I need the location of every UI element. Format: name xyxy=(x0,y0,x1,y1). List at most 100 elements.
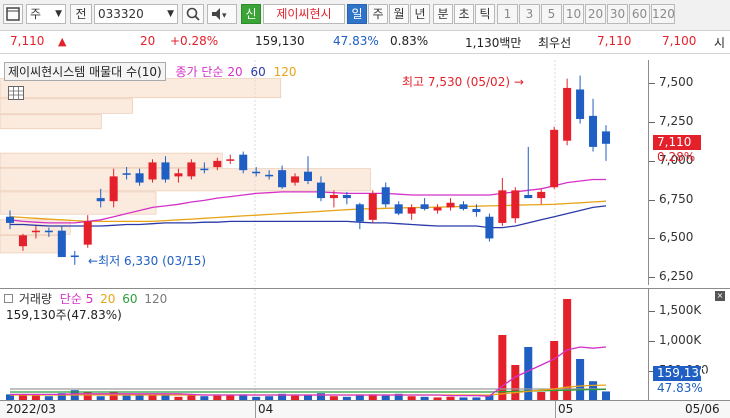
candle-body xyxy=(239,154,248,171)
current-price-tag: 7,110 xyxy=(653,135,701,150)
arrow-right-icon: → xyxy=(513,75,524,89)
candle-body xyxy=(355,204,364,222)
volume-bar xyxy=(589,381,598,401)
candle-body xyxy=(122,173,131,175)
volume-tick-mark xyxy=(649,311,655,312)
candle-body xyxy=(161,162,170,180)
volume-chart-pane[interactable]: 거래량 단순 5 20 60 120 159,130주(47.83%) xyxy=(0,288,649,401)
interval-tab-0[interactable]: 1 xyxy=(497,4,518,24)
period-tab-1[interactable]: 주 xyxy=(368,4,388,24)
interval-tab-3[interactable]: 10 xyxy=(563,4,584,24)
interval-tab-6[interactable]: 60 xyxy=(629,4,650,24)
interval-tab-7[interactable]: 120 xyxy=(651,4,675,24)
current-volume-tag: 159,130 xyxy=(653,366,707,381)
ma120-label: 120 xyxy=(273,65,297,79)
candle-body xyxy=(316,182,325,199)
volume-bar xyxy=(524,347,533,401)
high-annotation-text: 최고 7,530 (05/02) xyxy=(402,75,511,89)
best-quote-label: 최우선 xyxy=(538,36,572,50)
volume-axis: × 1,500K1,000K500,000 159,130 47.83% xyxy=(649,288,730,401)
price-tick-label: 6,750 xyxy=(659,191,694,206)
volume-name: 거래량 xyxy=(18,292,52,306)
square-icon[interactable] xyxy=(3,4,23,24)
period-tab-4[interactable]: 분 xyxy=(433,4,453,24)
checkbox-icon[interactable] xyxy=(4,294,13,303)
svg-text:▾: ▾ xyxy=(222,11,227,21)
stock-name-field[interactable]: 제이씨현시 xyxy=(263,4,345,24)
volume-profile-bar xyxy=(0,235,63,254)
quote-info-bar: 7,110 ▲ 20 +0.28% 159,130 47.83% 0.83% 1… xyxy=(0,31,730,54)
up-arrow-icon: ▲ xyxy=(58,35,67,48)
prev-button[interactable]: 전 xyxy=(70,4,92,24)
interval-tab-5[interactable]: 30 xyxy=(607,4,628,24)
candle-body xyxy=(576,89,585,119)
candle-body xyxy=(291,176,300,183)
date-label-05-06: 05/06 xyxy=(685,402,720,416)
price-tick-mark xyxy=(649,83,655,85)
date-axis: 2022/03 04 05 05/06 xyxy=(0,400,730,418)
period-tab-0[interactable]: 일 xyxy=(347,4,367,24)
candle-body xyxy=(329,195,338,199)
date-label-05: 05 xyxy=(558,402,574,416)
price-tick-label: 7,500 xyxy=(659,75,694,90)
volume-tick-mark xyxy=(649,341,655,342)
chevron-down-icon: ▼ xyxy=(55,9,62,19)
price-tick-mark xyxy=(649,122,655,124)
period-tab-2[interactable]: 월 xyxy=(389,4,409,24)
price-tick-mark xyxy=(649,277,655,279)
volume-value-line: 159,130주(47.83%) xyxy=(6,308,122,322)
grid-table-icon[interactable] xyxy=(8,86,24,100)
new-badge-label: 신 xyxy=(245,7,257,21)
ask-price: 7,110 xyxy=(597,34,632,48)
period-tab-6[interactable]: 틱 xyxy=(475,4,495,24)
candle-body xyxy=(498,190,507,223)
volume-bar xyxy=(511,365,520,401)
candle-body xyxy=(472,208,481,213)
ma-prefix: 종가 단순 xyxy=(175,65,224,79)
period-tab-5[interactable]: 초 xyxy=(454,4,474,24)
candle-body xyxy=(433,207,442,211)
volume-profile-bar xyxy=(0,78,282,99)
period-select[interactable]: 주 ▼ xyxy=(26,4,66,24)
volume-profile-bar xyxy=(0,191,157,215)
trade-volume: 159,130 xyxy=(255,34,305,48)
search-button[interactable] xyxy=(182,4,204,24)
price-tick-label: 6,250 xyxy=(659,269,694,284)
interval-tab-2[interactable]: 5 xyxy=(541,4,562,24)
interval-tab-1[interactable]: 3 xyxy=(519,4,540,24)
price-change-pct: +0.28% xyxy=(170,34,219,48)
price-legend: 제이씨현시스템 매물대 수(10) 종가 단순 20 60 120 xyxy=(4,62,296,81)
stock-code-input[interactable]: 033320 ▼ xyxy=(94,4,178,24)
current-price: 7,110 xyxy=(10,34,45,48)
candle-body xyxy=(109,176,118,202)
volume-profile-bar xyxy=(0,114,102,130)
prev-label: 전 xyxy=(75,7,87,21)
turnover-rate: 0.83% xyxy=(390,34,429,48)
toolbar: 주 ▼ 전 033320 ▼ ▾ 신 제이씨현시 일 주 월 년 분 초 틱 1 3 5 10 20 3… xyxy=(0,0,730,31)
ma60-label: 60 xyxy=(250,65,266,79)
volume-profile-bar xyxy=(0,168,371,192)
period-tab-3[interactable]: 년 xyxy=(410,4,430,24)
chevron-down-icon: ▼ xyxy=(167,9,174,19)
date-label-04: 04 xyxy=(258,402,274,416)
candle-body xyxy=(226,159,235,161)
period-select-value: 주 xyxy=(30,7,42,21)
stock-name: 제이씨현시 xyxy=(276,7,332,21)
candle-body xyxy=(601,131,611,144)
candle-body xyxy=(135,173,144,183)
candle-body xyxy=(485,216,494,239)
candle-body xyxy=(303,171,313,182)
candle-body xyxy=(563,87,572,141)
sound-button[interactable]: ▾ xyxy=(207,4,237,24)
candle-body xyxy=(96,198,105,202)
candle-body xyxy=(187,162,196,177)
date-label-2022-03: 2022/03 xyxy=(6,402,56,416)
volume-tick-label: 1,500K xyxy=(659,303,702,317)
info-tail-label: 시 xyxy=(714,36,726,50)
indicator-title[interactable]: 제이씨현시스템 매물대 수(10) xyxy=(4,62,166,81)
vol-ma120-label: 120 xyxy=(144,292,168,306)
price-chart-pane[interactable]: 제이씨현시스템 매물대 수(10) 종가 단순 20 60 120 최고 7,5… xyxy=(0,60,649,285)
close-icon[interactable]: × xyxy=(715,291,725,301)
price-tick-label: 7,250 xyxy=(659,114,694,129)
interval-tab-4[interactable]: 20 xyxy=(585,4,606,24)
